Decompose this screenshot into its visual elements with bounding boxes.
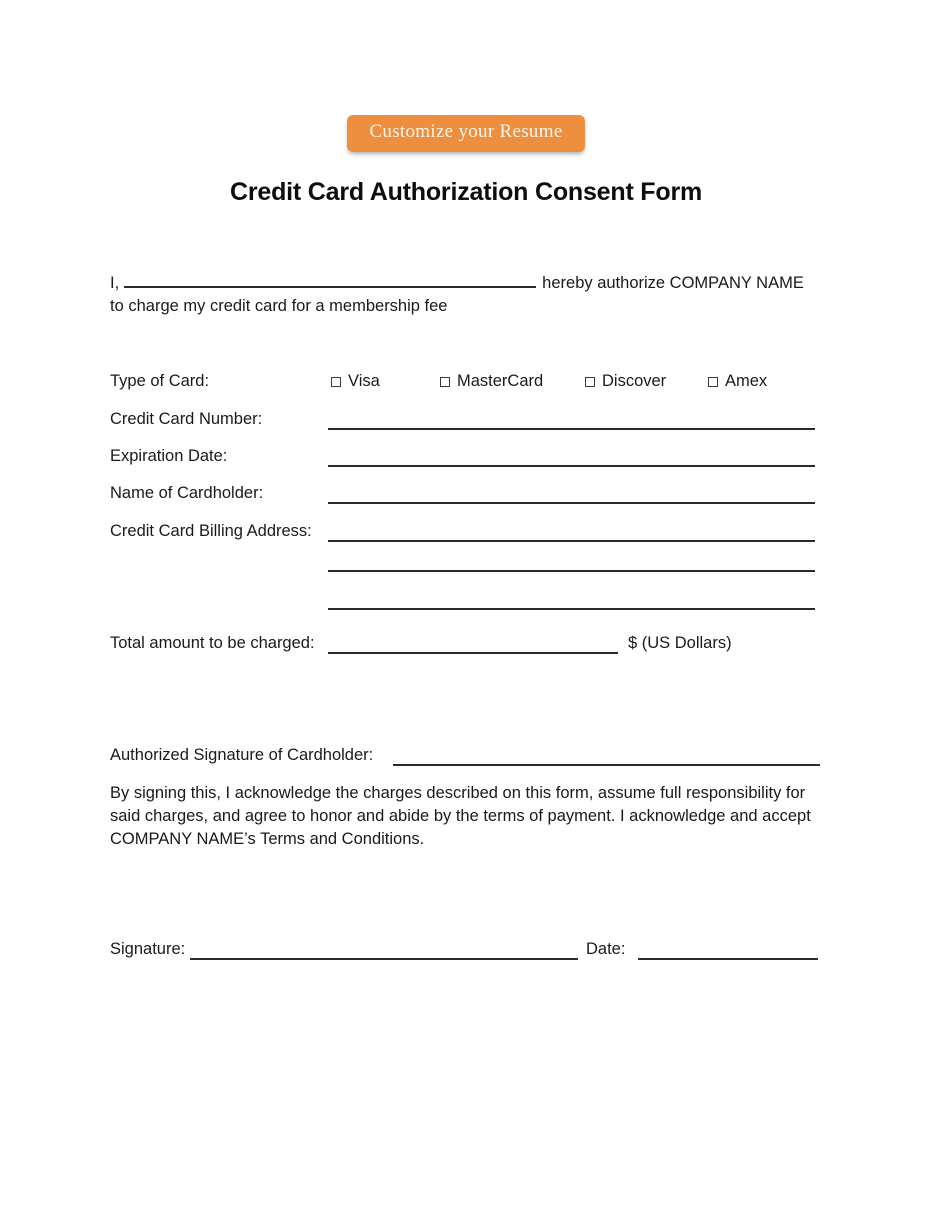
authorized-signature-label: Authorized Signature of Cardholder: (110, 746, 374, 764)
checkbox-option-visa[interactable]: Visa (331, 370, 380, 392)
field-label: Credit Card Number: (110, 410, 263, 428)
signature-input[interactable] (190, 958, 578, 960)
consent-paragraph: By signing this, I acknowledge the charg… (110, 784, 811, 848)
field-credit-card-number: Credit Card Number: (110, 408, 822, 432)
field-label: Credit Card Billing Address: (110, 522, 312, 540)
checkbox-option-amex[interactable]: Amex (708, 370, 767, 392)
name-blank-field[interactable] (124, 273, 537, 288)
field-authorized-signature: Authorized Signature of Cardholder: (110, 744, 822, 768)
billing-address-input-line-3[interactable] (328, 608, 815, 610)
card-type-label: Type of Card: (110, 372, 210, 390)
field-total-amount: Total amount to be charged: $ (US Dollar… (110, 632, 822, 656)
field-label: Expiration Date: (110, 447, 228, 465)
intro-prefix: I, (110, 274, 120, 292)
name-of-cardholder-input[interactable] (328, 502, 815, 504)
checkbox-icon[interactable] (440, 377, 450, 387)
intro-paragraph: I, hereby authorize COMPANY NAME to char… (110, 272, 822, 317)
authorized-signature-input[interactable] (393, 764, 820, 766)
cta-banner: Customize your Resume (0, 115, 932, 152)
field-billing-address: Credit Card Billing Address: (110, 520, 822, 544)
checkbox-icon[interactable] (708, 377, 718, 387)
expiration-date-input[interactable] (328, 465, 815, 467)
field-label: Name of Cardholder: (110, 484, 264, 502)
intro-line-2: to charge my credit card for a membershi… (110, 297, 448, 315)
billing-address-input-line-1[interactable] (328, 540, 815, 542)
card-type-row: Type of Card: Visa MasterCard Discover A… (110, 370, 822, 392)
intro-suffix: hereby authorize COMPANY NAME (542, 274, 804, 292)
checkbox-option-discover[interactable]: Discover (585, 370, 666, 392)
date-label: Date: (586, 940, 626, 958)
signature-date-row: Signature: Date: (110, 938, 822, 962)
credit-card-number-input[interactable] (328, 428, 815, 430)
field-expiration-date: Expiration Date: (110, 445, 822, 469)
page-title: Credit Card Authorization Consent Form (229, 178, 703, 206)
checkbox-icon[interactable] (331, 377, 341, 387)
document-page: Customize your Resume Credit Card Author… (0, 0, 932, 1206)
checkbox-label-mastercard: MasterCard (457, 372, 544, 390)
total-amount-input[interactable] (328, 652, 618, 654)
checkbox-option-mastercard[interactable]: MasterCard (440, 370, 543, 392)
checkbox-label-discover: Discover (602, 372, 667, 390)
total-amount-label: Total amount to be charged: (110, 634, 315, 652)
billing-address-input-line-2[interactable] (328, 570, 815, 572)
field-name-of-cardholder: Name of Cardholder: (110, 482, 822, 506)
currency-suffix: $ (US Dollars) (628, 634, 732, 652)
checkbox-icon[interactable] (585, 377, 595, 387)
checkbox-label-amex: Amex (725, 372, 768, 390)
checkbox-label-visa: Visa (348, 372, 380, 390)
date-input[interactable] (638, 958, 818, 960)
signature-label: Signature: (110, 940, 186, 958)
customize-resume-button[interactable]: Customize your Resume (347, 115, 585, 152)
